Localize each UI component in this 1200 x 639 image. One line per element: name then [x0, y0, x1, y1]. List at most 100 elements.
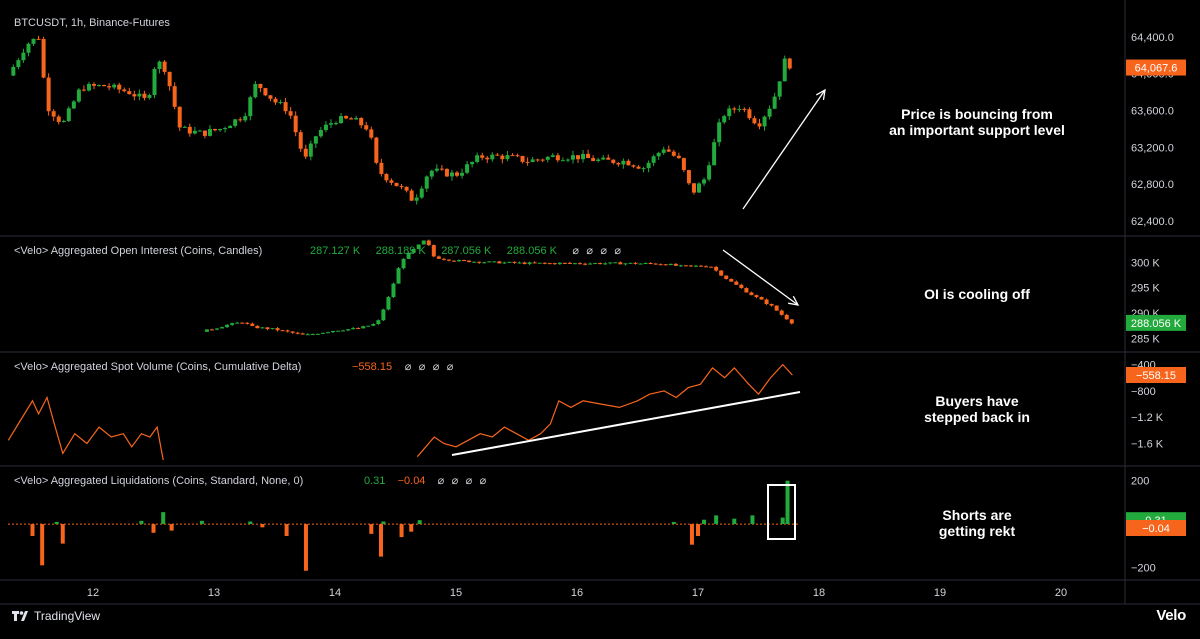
candle-body	[21, 52, 26, 61]
candle-body	[92, 84, 97, 86]
candle-body	[102, 84, 107, 87]
liq-highlight-box	[767, 484, 796, 540]
candle-body	[283, 102, 288, 112]
candle-body	[653, 263, 658, 265]
candle-body	[707, 165, 712, 180]
candle-body	[56, 116, 61, 122]
candle-body	[522, 262, 527, 265]
liq-long-bar	[60, 524, 65, 544]
candle-body	[462, 260, 467, 262]
candle-body	[520, 156, 525, 162]
candle-body	[278, 102, 283, 104]
liq-long-bar	[169, 524, 174, 531]
candle-body	[709, 266, 714, 268]
candle-body	[490, 154, 495, 160]
candle-body	[202, 130, 207, 136]
candle-body	[742, 108, 747, 110]
series-layer	[7, 35, 800, 571]
candle-body	[320, 332, 325, 334]
candle-body	[525, 161, 530, 163]
candle-body	[643, 263, 648, 265]
candle-body	[376, 320, 381, 325]
candle-body	[517, 262, 522, 264]
candle-body	[187, 126, 192, 134]
pane-empty-value: ⌀	[405, 361, 412, 373]
candle-body	[11, 66, 16, 76]
liq-last-long: −0.04	[1142, 523, 1170, 535]
candle-body	[441, 258, 446, 260]
y-axis-tick-label: 300 K	[1131, 257, 1160, 269]
candle-body	[552, 263, 557, 265]
candle-body	[51, 111, 56, 117]
candle-body	[426, 240, 431, 246]
candle-body	[223, 128, 228, 130]
candle-body	[381, 309, 386, 321]
candle-body	[225, 324, 230, 328]
trading-chart[interactable]: Price is bouncing froman important suppo…	[0, 0, 1200, 634]
liq-long-bar	[284, 524, 289, 537]
candle-body	[557, 262, 562, 265]
candle-body	[621, 160, 626, 165]
candle-body	[717, 122, 722, 143]
candle-body	[502, 262, 507, 264]
candle-body	[729, 278, 734, 282]
candle-body	[31, 38, 36, 44]
price-trend-arrow	[742, 89, 826, 210]
candle-body	[693, 265, 698, 267]
pane-empty-value: ⌀	[600, 245, 607, 257]
candle-body	[500, 155, 505, 160]
annotation-text: OI is cooling off	[924, 286, 1030, 302]
candle-body	[396, 268, 401, 284]
candle-body	[233, 119, 238, 126]
tradingview-brand[interactable]: TradingView	[12, 609, 100, 623]
candle-body	[359, 117, 364, 126]
candle-body	[328, 123, 333, 125]
candle-body	[273, 98, 278, 103]
candle-body	[258, 83, 263, 89]
candle-body	[623, 263, 628, 265]
candle-body	[512, 261, 517, 263]
candle-body	[401, 258, 406, 269]
candle-body	[356, 328, 361, 330]
candle-body	[570, 155, 575, 160]
candle-body	[759, 297, 764, 300]
y-axis-tick-label: −200	[1131, 562, 1156, 574]
candle-body	[688, 265, 693, 267]
candle-body	[97, 84, 102, 86]
candle-body	[663, 264, 668, 266]
candle-body	[779, 310, 784, 315]
candle-body	[734, 281, 739, 285]
candle-body	[593, 263, 598, 265]
candle-body	[290, 331, 295, 333]
candle-body	[300, 333, 305, 335]
candle-body	[230, 323, 235, 325]
candle-body	[586, 153, 591, 159]
candle-body	[747, 109, 752, 119]
candle-body	[220, 327, 225, 329]
candle-body	[666, 149, 671, 152]
candle-body	[285, 330, 290, 332]
candle-body	[550, 155, 555, 157]
candle-body	[475, 155, 480, 162]
liq-short-bar	[417, 520, 422, 525]
candle-body	[182, 126, 187, 128]
candle-body	[626, 160, 631, 166]
candle-body	[777, 81, 782, 97]
candle-body	[280, 330, 285, 332]
candle-body	[535, 159, 540, 161]
candle-body	[787, 58, 792, 69]
candle-body	[204, 329, 209, 332]
candle-body	[737, 108, 742, 110]
candle-body	[697, 183, 702, 193]
candle-body	[313, 136, 318, 144]
x-axis-label-19: 19	[934, 587, 946, 599]
candle-body	[207, 128, 212, 136]
y-axis-tick-label: 62,400.0	[1131, 216, 1174, 228]
x-axis-label-12: 12	[87, 587, 99, 599]
candle-body	[117, 84, 122, 90]
candle-body	[16, 60, 21, 67]
candle-body	[414, 197, 419, 201]
candle-body	[162, 61, 167, 72]
cvd-line-segment-1	[7, 395, 164, 461]
candle-body	[699, 265, 704, 267]
